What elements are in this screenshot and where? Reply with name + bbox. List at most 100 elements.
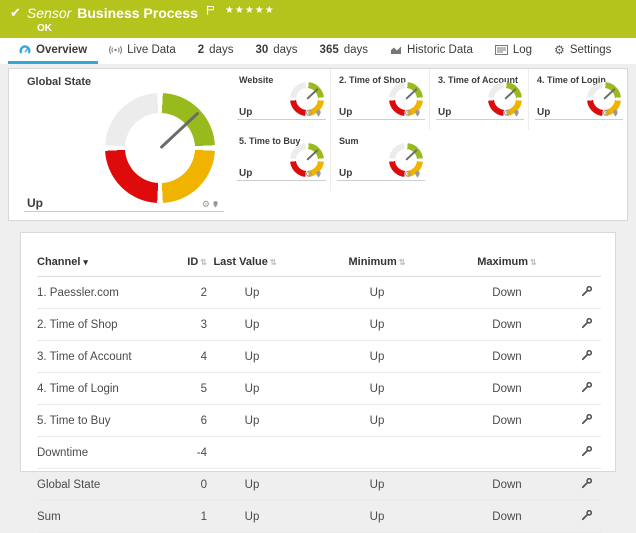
tab-label: days (209, 44, 233, 56)
gear-icon[interactable]: ⚙ (602, 109, 610, 118)
channel-minimum: Up (297, 469, 457, 501)
tab-label-num: 30 (255, 44, 268, 56)
divider (535, 119, 623, 120)
table-row[interactable]: Global State 0 Up Up Down (37, 469, 601, 501)
table-row[interactable]: Downtime -4 (37, 437, 601, 469)
pin-icon[interactable] (612, 109, 619, 118)
pin-icon[interactable] (315, 170, 322, 179)
tab-30-days[interactable]: 30 days (244, 38, 308, 64)
gauge-value: Up (27, 196, 43, 210)
col-header-label: ID (187, 256, 198, 268)
tab-label: Live Data (127, 44, 176, 56)
gauge-value: Up (339, 168, 352, 179)
gauge-title: Website (239, 75, 273, 85)
channel-id: 5 (167, 373, 207, 405)
gauge-value: Up (239, 107, 252, 118)
tab-historic-data[interactable]: Historic Data (379, 38, 484, 64)
status-check-icon: ✔ (10, 4, 21, 22)
gauge-value: Up (239, 168, 252, 179)
gauge-title: Sum (339, 136, 359, 146)
divider (337, 180, 425, 181)
tab-settings[interactable]: ⚙ Settings (543, 38, 622, 64)
gauge-title: 2. Time of Shop (339, 75, 406, 85)
channel-last-value: Up (207, 277, 297, 309)
col-header-id[interactable]: ID⇅ (167, 233, 207, 277)
table-row[interactable]: 3. Time of Account 4 Up Up Down (37, 341, 601, 373)
col-header-minimum[interactable]: Minimum⇅ (297, 233, 457, 277)
gear-icon[interactable]: ⚙ (404, 170, 412, 179)
channel-maximum: Down (457, 341, 557, 373)
wrench-icon[interactable] (581, 349, 593, 361)
col-header-maximum[interactable]: Maximum⇅ (457, 233, 557, 277)
channel-name: Sum (37, 501, 167, 533)
pin-icon[interactable] (414, 109, 421, 118)
channel-id: 4 (167, 341, 207, 373)
tab-2-days[interactable]: 2 days (187, 38, 245, 64)
mini-gauge-panel-time-of-login: 4. Time of Login Up ⚙ (528, 69, 627, 130)
channel-minimum: Up (297, 373, 457, 405)
channel-minimum: Up (297, 405, 457, 437)
sort-icon: ⇅ (399, 258, 406, 267)
tab-365-days[interactable]: 365 days (309, 38, 379, 64)
pin-icon[interactable] (212, 200, 219, 209)
gear-icon[interactable]: ⚙ (503, 109, 511, 118)
global-state-gauge (105, 93, 215, 203)
tab-label-num: 365 (320, 44, 339, 56)
col-header-channel[interactable]: Channel▾ (37, 233, 167, 277)
divider (24, 211, 224, 212)
pin-icon[interactable] (315, 109, 322, 118)
table-row[interactable]: Sum 1 Up Up Down (37, 501, 601, 533)
wrench-icon[interactable] (581, 477, 593, 489)
wrench-icon[interactable] (581, 413, 593, 425)
gear-icon[interactable]: ⚙ (305, 170, 313, 179)
tab-bar: Overview Live Data 2 days 30 days 365 da… (0, 38, 636, 64)
pin-icon[interactable] (414, 170, 421, 179)
channel-minimum: Up (297, 501, 457, 533)
object-kind-label: Sensor (27, 4, 71, 22)
mini-gauge-panel-time-of-shop: 2. Time of Shop Up ⚙ (330, 69, 429, 130)
table-row[interactable]: 2. Time of Shop 3 Up Up Down (37, 309, 601, 341)
channels-table-panel: Channel▾ ID⇅ Last Value⇅ Minimum⇅ Maximu… (20, 232, 616, 472)
sort-caret-icon: ▾ (83, 257, 88, 267)
channel-name: 5. Time to Buy (37, 405, 167, 437)
col-header-last-value[interactable]: Last Value⇅ (207, 233, 297, 277)
channel-name: 1. Paessler.com (37, 277, 167, 309)
channel-maximum: Down (457, 373, 557, 405)
live-data-icon (109, 44, 122, 56)
wrench-icon[interactable] (581, 381, 593, 393)
wrench-icon[interactable] (581, 509, 593, 521)
gear-icon[interactable]: ⚙ (305, 109, 313, 118)
wrench-icon[interactable] (581, 285, 593, 297)
divider (337, 119, 425, 120)
col-header-actions (557, 233, 601, 277)
gear-icon[interactable]: ⚙ (202, 200, 210, 209)
mini-gauge-panel-time-to-buy: 5. Time to Buy Up ⚙ (231, 130, 330, 191)
channel-name: 3. Time of Account (37, 341, 167, 373)
channel-last-value: Up (207, 309, 297, 341)
gear-icon: ⚙ (554, 44, 565, 56)
tab-label: Log (513, 44, 532, 56)
wrench-icon[interactable] (581, 317, 593, 329)
table-row[interactable]: 1. Paessler.com 2 Up Up Down (37, 277, 601, 309)
tab-overview[interactable]: Overview (8, 38, 98, 64)
col-header-label: Minimum (349, 256, 397, 268)
bar-chart-icon (390, 44, 402, 55)
sort-icon: ⇅ (200, 258, 207, 267)
wrench-icon[interactable] (581, 445, 593, 457)
priority-stars[interactable]: ★★★★★ (225, 2, 275, 20)
table-row[interactable]: 5. Time to Buy 6 Up Up Down (37, 405, 601, 437)
table-row[interactable]: 4. Time of Login 5 Up Up Down (37, 373, 601, 405)
global-state-gauge-panel: Global State Up ⚙ (9, 69, 231, 220)
channel-maximum: Down (457, 309, 557, 341)
gear-icon[interactable]: ⚙ (404, 109, 412, 118)
tab-live-data[interactable]: Live Data (98, 38, 187, 64)
divider (436, 119, 524, 120)
tab-log[interactable]: Log (484, 38, 543, 64)
channel-id: 0 (167, 469, 207, 501)
channel-maximum: Down (457, 277, 557, 309)
tab-label: days (273, 44, 297, 56)
sensor-header: ✔ Sensor Business Process ★★★★★ OK (0, 0, 636, 38)
channel-name: Downtime (37, 437, 167, 469)
pin-icon[interactable] (513, 109, 520, 118)
channel-last-value (207, 437, 297, 469)
